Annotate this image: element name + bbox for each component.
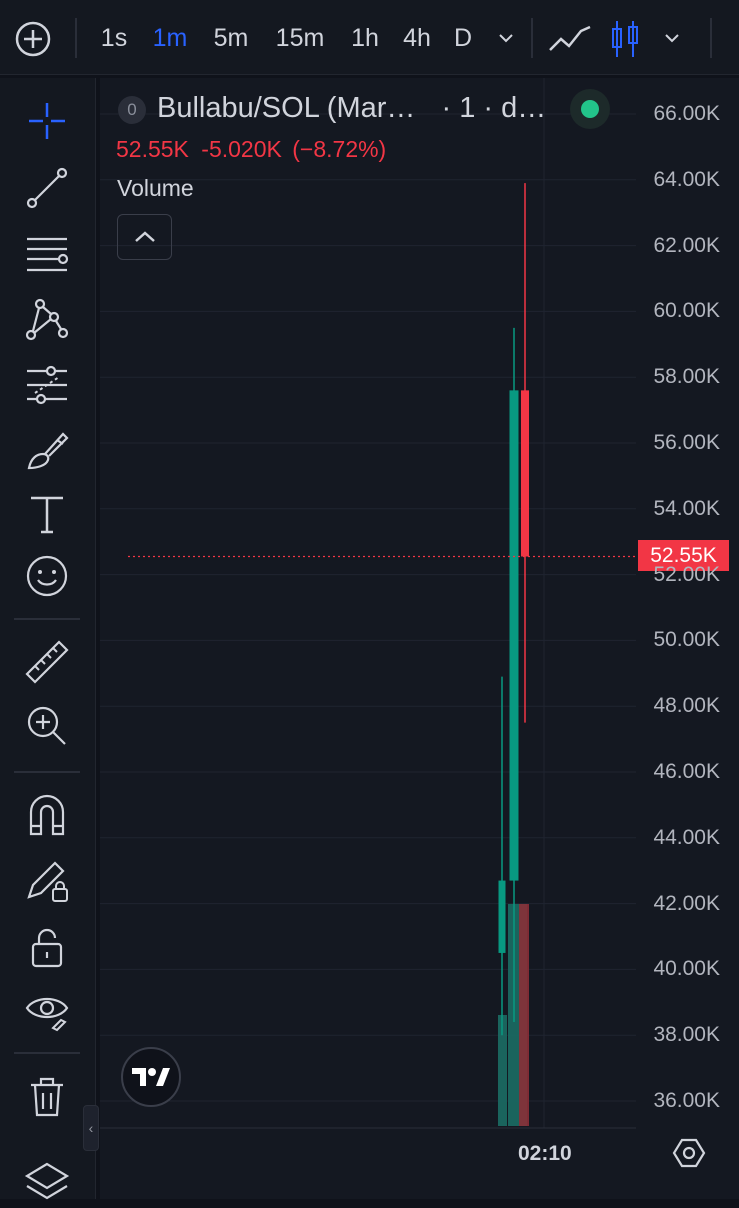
unlock-tool[interactable] (17, 920, 77, 972)
ruler-tool[interactable] (17, 636, 77, 688)
layers-tool[interactable] (17, 1156, 77, 1208)
eye-icon (25, 997, 69, 1032)
toolbar-divider (710, 18, 712, 58)
trash-icon (31, 1077, 63, 1117)
price-axis-tick: 36.00K (653, 1089, 720, 1112)
price-axis-tick: 66.00K (653, 102, 720, 125)
add-symbol-icon[interactable] (15, 21, 51, 57)
price-axis-tick: 64.00K (653, 167, 720, 191)
brush-tool[interactable] (17, 424, 77, 476)
fib-retracement-icon (27, 237, 69, 272)
interval-1s[interactable]: 1s (96, 18, 132, 58)
interval-1m[interactable]: 1m (148, 18, 192, 58)
price-axis-tick: 52.00K (653, 562, 720, 586)
ruler-icon (25, 640, 69, 684)
price-axis-tick: 46.00K (653, 760, 720, 783)
symbol-badge: 0 (118, 96, 146, 124)
interval-5m[interactable]: 5m (208, 18, 254, 58)
emoji-tool[interactable] (17, 550, 77, 602)
remove-drawings-tool[interactable] (17, 1071, 77, 1123)
tool-divider (14, 771, 80, 773)
zoom-in-icon (27, 706, 66, 745)
price-axis-tick: 62.00K (653, 233, 720, 257)
tradingview-logo-icon (132, 1068, 170, 1086)
line-chart-icon[interactable] (548, 22, 592, 56)
settings-icon[interactable] (672, 1136, 706, 1170)
toolbar-divider (75, 18, 77, 58)
price-axis-tick: 54.00K (653, 496, 720, 520)
emoji-icon (26, 555, 68, 597)
price-axis-tick: 60.00K (653, 299, 720, 323)
market-status[interactable] (570, 89, 610, 129)
candles-icon[interactable] (609, 19, 641, 59)
last-price: 52.55K (116, 136, 189, 162)
interval-dropdown-icon[interactable] (496, 30, 516, 46)
trend-line-icon (26, 167, 68, 209)
chart-type-dropdown-icon[interactable] (662, 30, 682, 46)
unlock-icon (31, 928, 63, 968)
toolbar-divider (531, 18, 533, 58)
time-axis-label: 02:10 (518, 1142, 572, 1165)
visibility-tool[interactable] (17, 984, 77, 1036)
price-axis-tick: 56.00K (653, 431, 720, 454)
pattern-icon (25, 298, 69, 341)
crosshair-tool[interactable] (17, 95, 77, 147)
drawing-toolbar (0, 78, 96, 1200)
brush-icon (27, 432, 69, 470)
price-axis-tick: 50.00K (653, 628, 720, 652)
chart-pane[interactable] (100, 78, 739, 1199)
price-axis-tick: 38.00K (653, 1023, 720, 1047)
interval-d[interactable]: D (450, 18, 476, 58)
magnet-tool[interactable] (17, 790, 77, 842)
price-change: -5.020K (201, 136, 282, 162)
prediction-tool[interactable] (17, 359, 77, 411)
fib-retracement-tool[interactable] (17, 228, 77, 280)
chevron-up-icon (134, 231, 155, 242)
volume-label[interactable]: Volume (117, 175, 194, 202)
magnet-icon (29, 794, 65, 836)
symbol-interval: · 1 · d… (441, 92, 547, 124)
crosshair-icon (29, 103, 65, 139)
pattern-tool[interactable] (17, 293, 77, 345)
tradingview-logo[interactable] (121, 1047, 181, 1107)
collapse-legend-button[interactable] (117, 214, 172, 260)
interval-1h[interactable]: 1h (346, 18, 384, 58)
symbol-title[interactable]: Bullabu/SOL (Mar… · 1 · d… (157, 92, 546, 125)
legend-values: 52.55K -5.020K (−8.72%) (116, 136, 386, 163)
text-tool[interactable] (17, 488, 77, 540)
price-axis-tick: 58.00K (653, 365, 720, 389)
price-change-pct: (−8.72%) (292, 136, 387, 162)
price-axis-tick: 48.00K (653, 694, 720, 718)
price-axis-tick: 42.00K (653, 891, 720, 915)
symbol-name: Bullabu/SOL (Mar… (157, 92, 416, 124)
collapse-toolbar-button[interactable]: ‹ (83, 1105, 99, 1151)
text-icon (31, 496, 63, 534)
zoom-tool[interactable] (17, 700, 77, 752)
lock-drawings-icon (27, 861, 68, 902)
status-dot-icon (581, 100, 599, 118)
top-toolbar: 1s 1m 5m 15m 1h 4h D (0, 0, 739, 75)
price-axis-tick: 44.00K (653, 825, 720, 849)
price-axis-tick: 40.00K (653, 957, 720, 981)
prediction-icon (27, 365, 67, 405)
lock-drawings-tool[interactable] (17, 855, 77, 907)
tool-divider (14, 1052, 80, 1054)
tool-divider (14, 618, 80, 620)
interval-4h[interactable]: 4h (398, 18, 436, 58)
interval-15m[interactable]: 15m (270, 18, 330, 58)
trend-line-tool[interactable] (17, 162, 77, 214)
